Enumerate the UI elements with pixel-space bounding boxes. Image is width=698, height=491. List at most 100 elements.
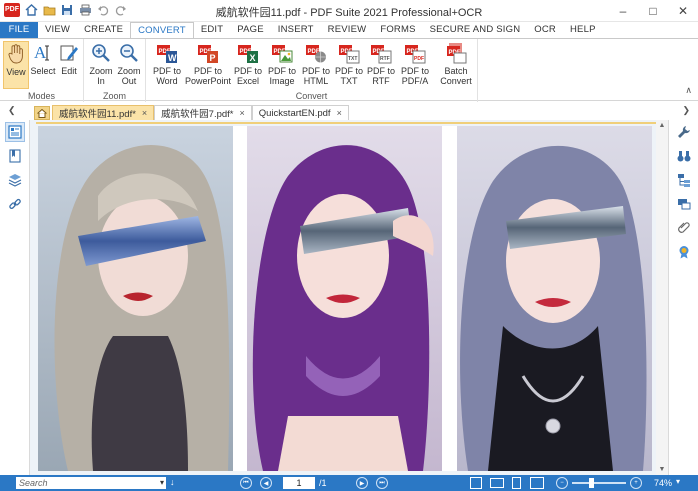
view-mode-label: View <box>6 67 26 77</box>
tab-file[interactable]: FILE <box>0 22 38 38</box>
certificate-button[interactable] <box>674 242 694 262</box>
window-title: 威航软件园11.pdf - PDF Suite 2021 Professiona… <box>215 7 483 19</box>
compare-button[interactable] <box>674 146 694 166</box>
ribbon-tabs: FILE VIEW CREATE CONVERT EDIT PAGE INSER… <box>0 22 698 38</box>
layers-icon <box>8 174 22 187</box>
edit-mode-button[interactable]: Edit <box>57 41 81 89</box>
pdf-to-powerpoint-button[interactable]: PDF P PDF to PowerPoint <box>184 41 232 89</box>
attachments-button[interactable] <box>674 218 694 238</box>
close-tab-icon[interactable]: × <box>240 108 245 118</box>
links-button[interactable] <box>5 194 25 214</box>
left-panel-bar <box>0 120 30 475</box>
zoom-out-button[interactable]: Zoom Out <box>116 41 142 89</box>
tab-secure-and-sign[interactable]: SECURE AND SIGN <box>423 22 528 38</box>
collapse-ribbon-icon[interactable]: ∧ <box>685 85 692 96</box>
convert-group: PDF W PDF to Word PDF P PDF to PowerPoint … <box>146 39 478 102</box>
search-go-icon[interactable]: ↓ <box>170 477 175 487</box>
pdf-to-powerpoint-label: PDF to PowerPoint <box>184 66 232 86</box>
two-page-icon[interactable] <box>530 477 544 489</box>
single-page-icon[interactable] <box>512 477 521 489</box>
zoom-in-status-button[interactable]: + <box>630 477 642 489</box>
pdf-to-image-label: PDF to Image <box>267 66 296 86</box>
binoculars-icon <box>677 151 691 162</box>
zoom-slider-thumb[interactable] <box>589 478 594 488</box>
layers-button[interactable] <box>5 170 25 190</box>
close-icon[interactable]: ✕ <box>668 0 698 22</box>
tools-button[interactable] <box>674 122 694 142</box>
zoom-slider[interactable] <box>572 482 626 484</box>
text-select-icon: A <box>32 42 54 64</box>
bookmarks-button[interactable] <box>5 146 25 166</box>
tabs-scroll-right-icon[interactable]: ❯ <box>682 105 690 116</box>
status-bar: Search ▾ ↓ ⏮ ◀ 1 /1 ▶ ⏭ − + 74% ▾ <box>0 475 698 491</box>
edit-object-icon <box>58 42 80 64</box>
pdf-to-rtf-button[interactable]: PDFRTF PDF to RTF <box>366 41 396 89</box>
ribbon-panel: View A Select Edit Modes Zoom In Zoom Ou… <box>0 38 698 102</box>
pdf-to-pdfa-button[interactable]: PDFPDF PDF to PDF/A <box>398 41 432 89</box>
comment-icon <box>678 199 691 210</box>
modes-group: View A Select Edit Modes <box>0 39 84 102</box>
tab-convert[interactable]: CONVERT <box>130 22 194 38</box>
tab-create[interactable]: CREATE <box>77 22 130 38</box>
pdf-to-excel-button[interactable]: PDF X PDF to Excel <box>232 41 264 89</box>
thumbnails-button[interactable] <box>5 122 25 142</box>
tab-ocr[interactable]: OCR <box>527 22 563 38</box>
tab-insert[interactable]: INSERT <box>271 22 321 38</box>
document-viewport[interactable]: ▲ ▼ <box>30 120 668 475</box>
window-controls: – □ ✕ <box>608 0 698 22</box>
tab-view[interactable]: VIEW <box>38 22 77 38</box>
folder-tree-icon <box>678 174 690 187</box>
svg-text:PDF: PDF <box>414 56 424 62</box>
zoom-out-label: Zoom Out <box>117 66 141 86</box>
pdf-to-word-icon: PDF W <box>156 42 178 64</box>
folder-tree-button[interactable] <box>674 170 694 190</box>
tab-forms[interactable]: FORMS <box>373 22 422 38</box>
comments-button[interactable] <box>674 194 694 214</box>
close-tab-icon[interactable]: × <box>337 108 342 118</box>
svg-text:TXT: TXT <box>348 56 357 62</box>
search-dropdown-icon[interactable]: ▾ <box>160 477 164 489</box>
pdf-to-powerpoint-icon: PDF P <box>197 42 219 64</box>
document-tabs: 威航软件园11.pdf* × 威航软件园7.pdf* × QuickstartE… <box>34 104 349 120</box>
scroll-down-icon[interactable]: ▼ <box>657 466 667 473</box>
zoom-in-button[interactable]: Zoom In <box>88 41 114 89</box>
tab-review[interactable]: REVIEW <box>321 22 374 38</box>
fit-width-icon[interactable] <box>490 478 504 488</box>
view-mode-button[interactable]: View <box>3 41 29 89</box>
search-field[interactable]: Search ▾ <box>16 477 166 489</box>
close-tab-icon[interactable]: × <box>142 108 147 118</box>
scroll-up-icon[interactable]: ▲ <box>657 122 667 129</box>
pdf-to-html-button[interactable]: PDF PDF to HTML <box>300 41 332 89</box>
pdf-to-word-button[interactable]: PDF W PDF to Word <box>150 41 184 89</box>
doc-tab-2[interactable]: 威航软件园7.pdf* × <box>154 105 252 120</box>
previous-page-button[interactable]: ◀ <box>260 477 272 489</box>
doc-tab-1[interactable]: 威航软件园11.pdf* × <box>52 105 155 120</box>
maximize-icon[interactable]: □ <box>638 0 668 22</box>
first-page-button[interactable]: ⏮ <box>240 477 252 489</box>
batch-convert-label: Batch Convert <box>440 66 472 86</box>
tab-help[interactable]: HELP <box>563 22 603 38</box>
select-mode-label: Select <box>30 66 56 76</box>
last-page-button[interactable]: ⏭ <box>376 477 388 489</box>
minimize-icon[interactable]: – <box>608 0 638 22</box>
pdf-to-image-button[interactable]: PDF PDF to Image <box>266 41 298 89</box>
next-page-button[interactable]: ▶ <box>356 477 368 489</box>
select-mode-button[interactable]: A Select <box>30 41 56 89</box>
home-tab-button[interactable] <box>34 106 50 120</box>
pdf-to-txt-label: PDF to TXT <box>334 66 363 86</box>
tab-edit[interactable]: EDIT <box>194 22 230 38</box>
batch-convert-button[interactable]: PDF Batch Convert <box>438 41 474 89</box>
tabs-scroll-left-icon[interactable]: ❮ <box>8 105 16 116</box>
zoom-out-status-button[interactable]: − <box>556 477 568 489</box>
doc-tab-3[interactable]: QuickstartEN.pdf × <box>251 105 349 120</box>
pdf-to-image-icon: PDF <box>271 42 293 64</box>
pdf-to-word-label: PDF to Word <box>152 66 181 86</box>
vertical-scrollbar[interactable]: ▲ ▼ <box>656 120 668 475</box>
pdf-to-txt-button[interactable]: PDFTXT PDF to TXT <box>334 41 364 89</box>
active-tab-underline <box>36 122 662 124</box>
fit-page-icon[interactable] <box>470 477 482 489</box>
page-number-input[interactable]: 1 <box>283 477 315 489</box>
zoom-dropdown-icon[interactable]: ▾ <box>676 477 680 486</box>
tab-page[interactable]: PAGE <box>230 22 271 38</box>
document-tab-bar: ❮ 威航软件园11.pdf* × 威航软件园7.pdf* × Quickstar… <box>0 102 698 120</box>
